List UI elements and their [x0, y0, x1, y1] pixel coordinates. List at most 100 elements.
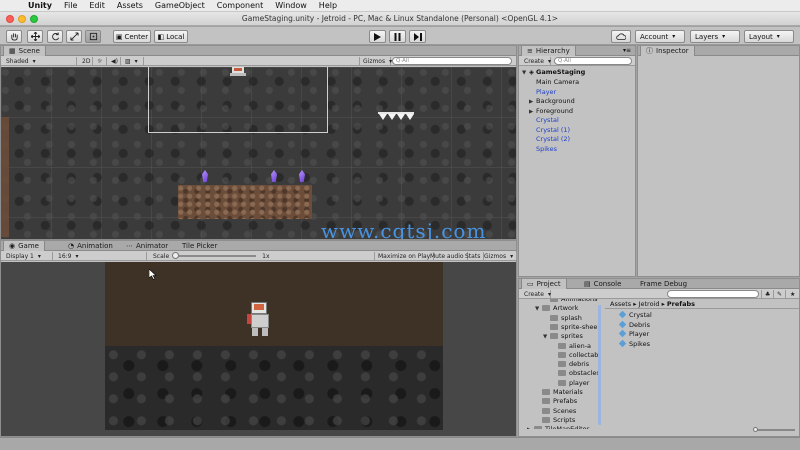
panel-menu-icon[interactable]: ▾≡	[623, 47, 631, 54]
project-folder-item[interactable]: Scripts	[535, 416, 575, 424]
project-folder-item[interactable]: splash	[543, 314, 582, 322]
hierarchy-item[interactable]: Main Camera	[529, 78, 579, 86]
hierarchy-search-input[interactable]: Q·All	[554, 57, 632, 65]
tab-animator[interactable]: ⋯ Animator	[121, 241, 173, 251]
minimize-window-button[interactable]	[18, 15, 26, 23]
tab-console[interactable]: ▤ Console	[579, 279, 626, 289]
project-folder-item[interactable]: ▶ TileMapEditor	[527, 425, 589, 429]
tree-scrollbar[interactable]	[598, 305, 601, 425]
gizmos-dropdown[interactable]: Gizmos	[359, 57, 391, 65]
lighting-toggle[interactable]: ☼	[94, 57, 107, 65]
hierarchy-item[interactable]: Spikes	[529, 145, 557, 153]
icon-size-slider[interactable]	[753, 427, 795, 432]
asset-item[interactable]: Spikes	[618, 339, 650, 348]
project-folder-item[interactable]: sprite-shee	[543, 323, 597, 331]
project-folder-item[interactable]: Prefabs	[535, 397, 577, 405]
expand-arrow-icon[interactable]: ▼	[535, 306, 542, 312]
tab-frame-debug[interactable]: Frame Debug	[635, 279, 692, 289]
layout-dropdown[interactable]: Layout	[744, 30, 794, 43]
project-folder-item[interactable]: obstacles	[551, 369, 600, 377]
space-local-toggle[interactable]: ◧ Local	[154, 30, 188, 43]
hierarchy-item[interactable]: Crystal (2)	[529, 135, 570, 143]
game-gizmos-dropdown[interactable]: Gizmos	[481, 252, 518, 260]
game-view[interactable]	[1, 262, 516, 436]
hierarchy-item[interactable]: ▶ Background	[529, 97, 575, 105]
icon-size-thumb[interactable]	[753, 427, 758, 432]
tab-scene[interactable]: ▦ Scene	[3, 46, 46, 56]
hierarchy-item[interactable]: Player	[529, 88, 556, 96]
display-dropdown[interactable]: Display 1	[3, 252, 53, 260]
hierarchy-item[interactable]: Crystal (1)	[529, 126, 570, 134]
audio-toggle[interactable]: ◀)	[108, 57, 121, 65]
asset-item[interactable]: Debris	[618, 320, 650, 329]
effects-dropdown[interactable]: ▨	[122, 57, 144, 65]
project-folder-item[interactable]: collectab	[551, 351, 598, 359]
collab-button[interactable]	[611, 30, 631, 43]
menu-help[interactable]: Help	[313, 1, 343, 10]
aspect-dropdown[interactable]: 16:9	[55, 252, 147, 260]
hierarchy-create-dropdown[interactable]: Create	[521, 57, 551, 65]
crystal-2-sprite[interactable]	[299, 170, 305, 182]
scale-tool-button[interactable]	[66, 30, 82, 43]
breadcrumb-assets[interactable]: Assets	[610, 300, 631, 308]
menu-window[interactable]: Window	[269, 1, 313, 10]
tab-animation[interactable]: ◔ Animation	[63, 241, 118, 251]
menu-component[interactable]: Component	[211, 1, 269, 10]
move-tool-button[interactable]	[27, 30, 43, 43]
project-folder-item[interactable]: ▼ Artwork	[535, 304, 578, 312]
step-button[interactable]	[409, 30, 426, 43]
crystal-sprite[interactable]	[202, 170, 208, 182]
pivot-center-toggle[interactable]: ▣ Center	[113, 30, 151, 43]
project-folder-item[interactable]: player	[551, 379, 589, 387]
tab-game[interactable]: ◉ Game	[3, 241, 45, 251]
tab-tile-picker[interactable]: Tile Picker	[177, 241, 222, 251]
player-sprite-game[interactable]	[245, 302, 275, 342]
maximize-on-play-toggle[interactable]: Maximize on Play	[374, 252, 435, 260]
expand-arrow-icon[interactable]: ▶	[529, 99, 536, 105]
zoom-window-button[interactable]	[30, 15, 38, 23]
close-window-button[interactable]	[6, 15, 14, 23]
project-folder-item[interactable]: alien-a	[551, 342, 591, 350]
hierarchy-item[interactable]: Crystal	[529, 116, 559, 124]
expand-arrow-icon[interactable]: ▼	[543, 334, 550, 340]
2d-mode-toggle[interactable]: 2D	[79, 57, 93, 65]
menu-app-unity[interactable]: Unity	[22, 1, 58, 10]
account-dropdown[interactable]: Account	[635, 30, 685, 43]
scale-slider-thumb[interactable]	[172, 252, 180, 259]
hierarchy-item[interactable]: ▶ Foreground	[529, 107, 573, 115]
expand-arrow-icon[interactable]: ▶	[529, 109, 536, 115]
game-render-canvas[interactable]	[105, 262, 443, 430]
shading-mode-dropdown[interactable]: Shaded	[3, 57, 77, 65]
menu-gameobject[interactable]: GameObject	[149, 1, 211, 10]
expand-arrow-icon[interactable]: ▶	[527, 427, 534, 429]
menu-file[interactable]: File	[58, 1, 83, 10]
expand-arrow-icon[interactable]: ▼	[522, 70, 529, 76]
search-by-label-button[interactable]: ✎	[774, 290, 787, 298]
scale-slider-track[interactable]	[172, 252, 257, 259]
project-folder-item[interactable]: Scenes	[535, 407, 576, 415]
project-search-input[interactable]	[667, 290, 759, 298]
project-folder-item[interactable]: Animations	[543, 299, 598, 303]
menu-assets[interactable]: Assets	[111, 1, 149, 10]
spikes-sprite[interactable]	[378, 112, 414, 120]
favorite-button[interactable]: ★	[787, 290, 798, 298]
rotate-tool-button[interactable]	[47, 30, 63, 43]
scene-view-canvas[interactable]: www.cgtsj.com	[1, 67, 516, 239]
menu-edit[interactable]: Edit	[83, 1, 111, 10]
rect-tool-button[interactable]	[85, 30, 101, 43]
tab-inspector[interactable]: ⓘ Inspector	[640, 46, 695, 56]
tab-hierarchy[interactable]: ≡ Hierarchy	[521, 46, 576, 56]
breadcrumb-prefabs[interactable]: Prefabs	[667, 300, 695, 308]
play-button[interactable]	[369, 30, 386, 43]
hand-tool-button[interactable]	[6, 30, 22, 43]
project-create-dropdown[interactable]: Create	[521, 290, 551, 298]
asset-item[interactable]: Crystal	[618, 310, 652, 319]
search-by-type-button[interactable]: ♣	[761, 290, 775, 298]
player-sprite-scene[interactable]	[228, 67, 248, 77]
scene-search-input[interactable]: Q·All	[392, 57, 512, 65]
breadcrumb-jetroid[interactable]: Jetroid	[639, 300, 660, 308]
project-folder-item[interactable]: Materials	[535, 388, 583, 396]
project-folder-item[interactable]: debris	[551, 360, 589, 368]
hierarchy-scene-root[interactable]: ▼ ◈ GameStaging	[522, 68, 585, 76]
crystal-1-sprite[interactable]	[271, 170, 277, 182]
